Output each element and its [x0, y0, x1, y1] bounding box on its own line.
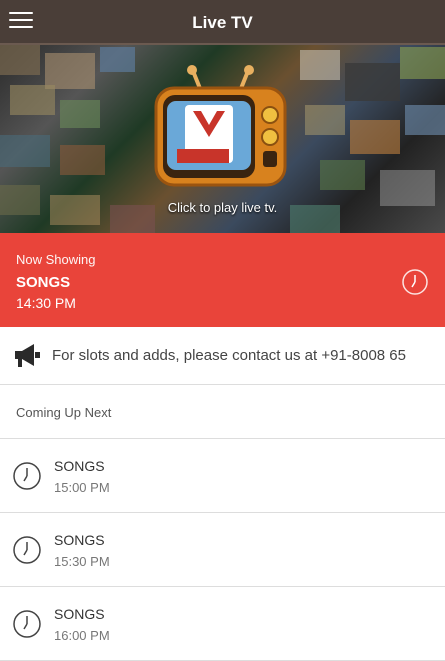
schedule-item-time: 15:00 PM — [54, 480, 110, 495]
schedule-item-title: SONGS — [54, 606, 105, 622]
live-tv-banner[interactable]: Click to play live tv. — [0, 45, 445, 233]
page-title: Live TV — [192, 13, 253, 32]
schedule-item[interactable]: SONGS 16:00 PM — [0, 587, 445, 661]
schedule-item-title: SONGS — [54, 532, 105, 548]
schedule-item[interactable]: SONGS 15:30 PM — [0, 513, 445, 587]
now-showing-card[interactable]: Now Showing SONGS 14:30 PM — [0, 233, 445, 327]
clock-icon — [13, 462, 41, 490]
clock-icon — [13, 536, 41, 564]
play-live-tv-caption[interactable]: Click to play live tv. — [0, 200, 445, 215]
now-showing-label: Now Showing — [16, 252, 96, 267]
schedule-item-time: 15:30 PM — [54, 554, 110, 569]
retro-tv-icon — [154, 65, 287, 187]
now-showing-time: 14:30 PM — [16, 295, 76, 311]
schedule-item-title: SONGS — [54, 458, 105, 474]
app-bar: Live TV — [0, 0, 445, 45]
now-showing-title: SONGS — [16, 274, 71, 291]
megaphone-icon — [15, 344, 40, 367]
contact-banner: For slots and adds, please contact us at… — [0, 327, 445, 385]
contact-text: For slots and adds, please contact us at… — [52, 347, 406, 364]
schedule-item[interactable]: SONGS 15:00 PM — [0, 439, 445, 513]
clock-icon — [402, 269, 428, 295]
coming-up-label: Coming Up Next — [16, 405, 112, 420]
clock-icon — [13, 610, 41, 638]
schedule-item-time: 16:00 PM — [54, 628, 110, 643]
coming-up-header: Coming Up Next — [0, 385, 445, 439]
